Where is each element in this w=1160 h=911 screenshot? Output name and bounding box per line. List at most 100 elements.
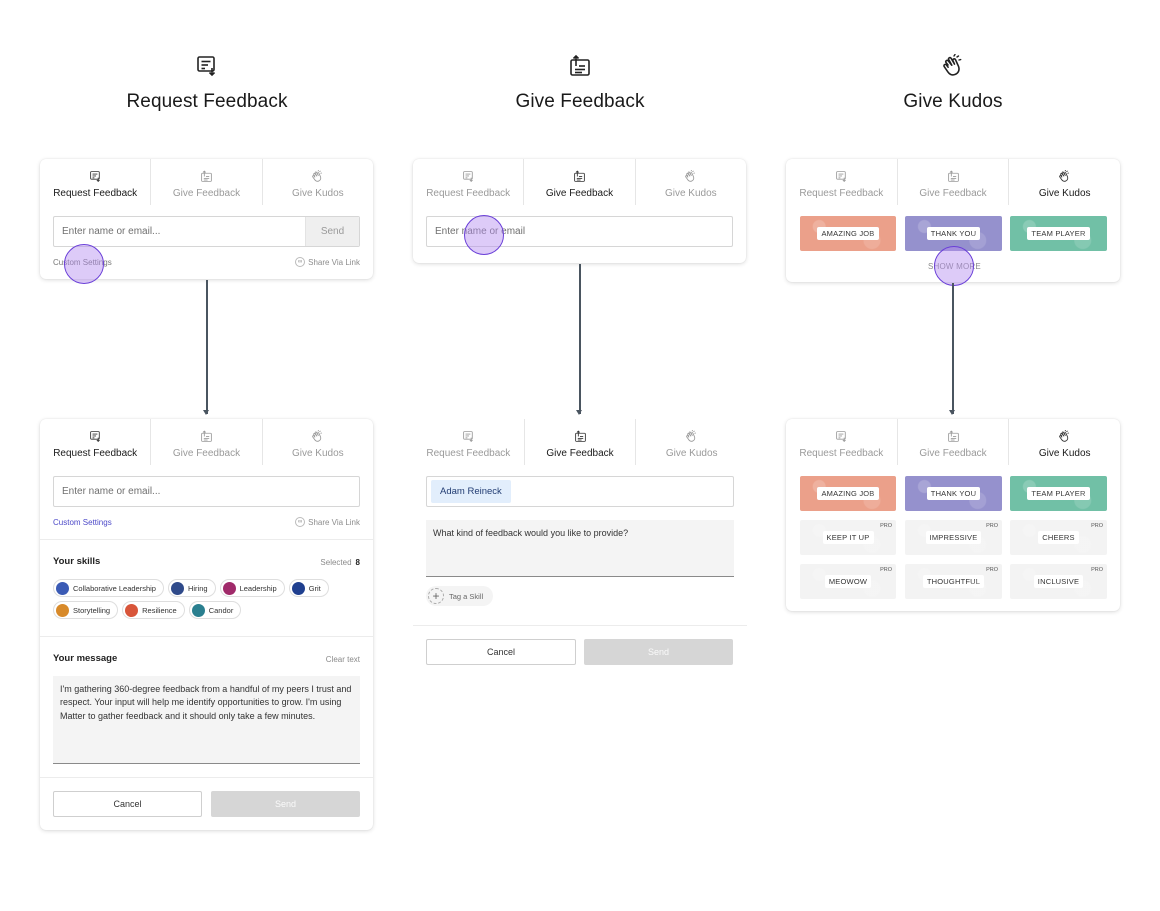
tab-request-feedback[interactable]: Request Feedback [413, 159, 523, 205]
request-feedback-icon [462, 430, 475, 443]
tab-give-feedback[interactable]: Give Feedback [523, 419, 636, 465]
tab-request-feedback[interactable]: Request Feedback [413, 419, 524, 465]
kudos-card-meowow[interactable]: PRO MEOWOW [800, 564, 896, 599]
tab-give-feedback[interactable]: Give Feedback [896, 159, 1009, 205]
message-textarea[interactable]: I'm gathering 360-degree feedback from a… [53, 676, 360, 764]
kudos-card-thoughtful[interactable]: PRO THOUGHTFUL [905, 564, 1002, 599]
custom-settings-link[interactable]: Custom Settings [53, 518, 112, 527]
give-feedback-icon [200, 430, 213, 443]
share-label: Share Via Link [308, 517, 360, 527]
give-feedback-icon [947, 430, 960, 443]
give-kudos-expanded-card: Request Feedback Give Feedback Give Kudo… [786, 419, 1120, 611]
send-button[interactable]: Send [584, 639, 733, 665]
tab-bar: Request Feedback Give Feedback Give Kudo… [786, 159, 1120, 205]
recipient-field [53, 476, 360, 507]
link-icon: ∞ [295, 257, 306, 267]
kudos-label: THANK YOU [926, 487, 981, 500]
request-feedback-icon [89, 170, 102, 183]
tab-request-feedback[interactable]: Request Feedback [40, 159, 150, 205]
kudos-card-keep-it-up[interactable]: PRO KEEP IT UP [800, 520, 896, 555]
give-feedback-icon [947, 170, 960, 183]
share-label: Share Via Link [308, 257, 360, 267]
tab-give-feedback[interactable]: Give Feedback [150, 159, 261, 205]
kudos-card-amazing-job[interactable]: AMAZING JOB [800, 476, 896, 511]
skill-avatar [291, 581, 305, 595]
skill-chip[interactable]: Candor [188, 601, 242, 619]
kudos-card-team-player[interactable]: TEAM PLAYER [1010, 476, 1107, 511]
tab-label: Give Feedback [546, 448, 614, 459]
tab-request-feedback[interactable]: Request Feedback [40, 419, 150, 465]
custom-settings-link[interactable]: Custom Settings [53, 258, 112, 267]
tab-give-kudos[interactable]: Give Kudos [261, 419, 373, 465]
request-feedback-title: Request Feedback [126, 91, 288, 112]
skill-chip[interactable]: Grit [288, 579, 329, 597]
kudos-card-cheers[interactable]: PRO CHEERS [1010, 520, 1107, 555]
clear-text-button[interactable]: Clear text [326, 655, 360, 664]
kudos-label: THANK YOU [926, 227, 981, 240]
request-feedback-header: Request Feedback [40, 54, 374, 113]
pro-badge: PRO [986, 567, 998, 573]
skills-selected: Selected 8 [320, 558, 360, 567]
tab-label: Give Kudos [291, 188, 344, 199]
tab-give-feedback[interactable]: Give Feedback [523, 159, 634, 205]
give-kudos-header: Give Kudos [786, 54, 1120, 113]
tag-skill-button[interactable]: + Tag a Skill [426, 586, 494, 606]
give-feedback-expanded-card: Request Feedback Give Feedback Give Kudo… [413, 419, 747, 669]
tab-give-kudos[interactable]: Give Kudos [261, 159, 373, 205]
kudos-card-team-player[interactable]: TEAM PLAYER [1010, 216, 1107, 251]
divider [40, 539, 373, 540]
cancel-button[interactable]: Cancel [426, 639, 576, 665]
tab-give-kudos[interactable]: Give Kudos [1008, 419, 1120, 465]
cancel-button[interactable]: Cancel [53, 791, 202, 817]
kudos-card-inclusive[interactable]: PRO INCLUSIVE [1010, 564, 1107, 599]
tab-label: Give Feedback [172, 448, 241, 459]
skill-avatar [222, 581, 236, 595]
give-feedback-icon [574, 430, 587, 443]
skill-label: Collaborative Leadership [73, 583, 156, 593]
skill-chip[interactable]: Storytelling [53, 601, 119, 619]
recipient-tag[interactable]: Adam Reineck [431, 480, 511, 503]
send-button[interactable]: Send [305, 217, 359, 246]
kudos-card-thank-you[interactable]: THANK YOU [905, 216, 1002, 251]
link-icon: ∞ [295, 517, 306, 527]
kudos-card-thank-you[interactable]: THANK YOU [905, 476, 1002, 511]
tab-give-kudos[interactable]: Give Kudos [634, 159, 746, 205]
skill-label: Hiring [187, 583, 208, 593]
skill-chip[interactable]: Hiring [167, 579, 216, 597]
recipient-input[interactable] [54, 477, 359, 506]
recipient-field[interactable]: Adam Reineck [426, 476, 734, 507]
skill-avatar [191, 603, 205, 617]
skill-chip[interactable]: Leadership [219, 579, 285, 597]
give-feedback-icon [573, 170, 586, 183]
skill-label: Storytelling [73, 605, 111, 615]
kudos-card-amazing-job[interactable]: AMAZING JOB [800, 216, 896, 251]
tab-request-feedback[interactable]: Request Feedback [786, 419, 897, 465]
skill-label: Candor [208, 605, 234, 615]
tab-label: Request Feedback [799, 188, 884, 199]
feedback-textarea[interactable]: What kind of feedback would you like to … [426, 520, 734, 577]
request-feedback-card: Request Feedback Give Feedback Give Kudo… [40, 159, 373, 279]
tab-give-feedback[interactable]: Give Feedback [150, 419, 261, 465]
kudos-label: AMAZING JOB [817, 487, 879, 500]
tab-give-kudos[interactable]: Give Kudos [1008, 159, 1120, 205]
tab-give-feedback[interactable]: Give Feedback [896, 419, 1009, 465]
tab-give-kudos[interactable]: Give Kudos [635, 419, 747, 465]
kudos-card-impressive[interactable]: PRO IMPRESSIVE [905, 520, 1002, 555]
skill-avatar [125, 603, 139, 617]
pro-badge: PRO [1091, 567, 1103, 573]
skill-chip[interactable]: Collaborative Leadership [53, 579, 164, 597]
request-feedback-icon [195, 54, 219, 78]
share-via-link-button[interactable]: ∞ Share Via Link [295, 257, 360, 267]
plus-icon: + [428, 588, 444, 604]
show-more-button[interactable]: SHOW MORE [928, 262, 981, 271]
tab-request-feedback[interactable]: Request Feedback [786, 159, 897, 205]
kudos-label: AMAZING JOB [817, 227, 879, 240]
tab-label: Give Feedback [545, 188, 614, 199]
clapping-hands-icon [311, 170, 324, 183]
skill-chip[interactable]: Resilience [122, 601, 185, 619]
share-via-link-button[interactable]: ∞ Share Via Link [295, 517, 360, 527]
recipient-input[interactable] [427, 217, 732, 246]
tab-label: Give Kudos [1038, 188, 1091, 199]
send-button[interactable]: Send [211, 791, 360, 817]
tab-label: Give Kudos [665, 448, 718, 459]
